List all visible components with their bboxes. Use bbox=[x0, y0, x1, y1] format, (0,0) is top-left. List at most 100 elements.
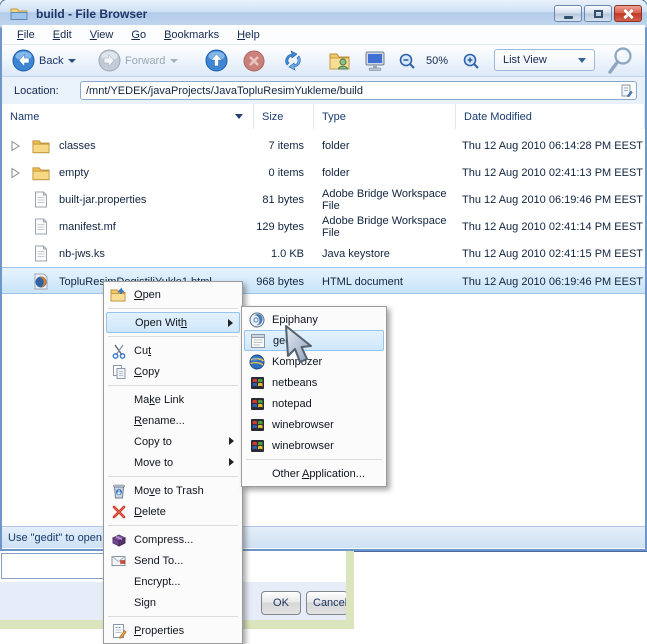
file-row[interactable]: manifest.mf 129 bytes Adobe Bridge Workspa… bbox=[2, 213, 645, 240]
menubar-item-edit[interactable]: Edit bbox=[44, 27, 81, 43]
menu-item-move-to-trash[interactable]: Move to Trash bbox=[106, 480, 240, 501]
wine-app-icon bbox=[248, 417, 266, 433]
menu-icon-spacer bbox=[110, 413, 128, 429]
computer-icon bbox=[362, 50, 388, 72]
back-button[interactable]: Back bbox=[12, 45, 77, 76]
maximize-button[interactable] bbox=[584, 5, 612, 22]
expander-icon[interactable] bbox=[9, 167, 21, 179]
menu-item-properties[interactable]: Properties bbox=[106, 620, 240, 641]
search-button[interactable] bbox=[606, 45, 636, 76]
forward-label: Forward bbox=[125, 54, 166, 67]
file-name: nb-jws.ks bbox=[59, 247, 105, 260]
file-size: 1.0 KB bbox=[270, 247, 304, 260]
menu-icon-spacer bbox=[110, 595, 128, 611]
file-modified: Thu 12 Aug 2010 02:41:14 PM EEST bbox=[462, 220, 644, 233]
epiphany-icon bbox=[248, 312, 266, 328]
back-dropdown-icon[interactable] bbox=[68, 58, 77, 63]
menu-item-make-link[interactable]: Make Link bbox=[106, 389, 240, 410]
document-icon bbox=[32, 245, 50, 263]
file-name: classes bbox=[59, 139, 96, 152]
home-button[interactable] bbox=[328, 45, 352, 76]
menu-item-sign[interactable]: Sign bbox=[106, 592, 240, 613]
file-row[interactable]: nb-jws.ks 1.0 KB Java keystore Thu 12 Aug 2… bbox=[2, 240, 645, 267]
column-header-name[interactable]: Name bbox=[2, 104, 254, 129]
menu-icon-spacer bbox=[110, 434, 128, 450]
back-icon bbox=[12, 49, 35, 72]
menubar-item-view[interactable]: View bbox=[81, 27, 123, 43]
menubar-item-help[interactable]: Help bbox=[228, 27, 269, 43]
open-folder-icon bbox=[110, 287, 128, 303]
computer-button[interactable] bbox=[362, 45, 388, 76]
zoom-out-button[interactable] bbox=[398, 45, 416, 76]
window-controls bbox=[554, 5, 642, 22]
menu-separator bbox=[108, 385, 238, 386]
file-type: Adobe Bridge Workspace File bbox=[322, 214, 447, 239]
file-row[interactable]: classes 7 items folder Thu 12 Aug 2010 06:1… bbox=[2, 132, 645, 159]
up-button[interactable] bbox=[205, 45, 228, 76]
file-type: folder bbox=[322, 166, 350, 179]
location-label: Location: bbox=[14, 84, 59, 97]
desktop: build - File Browser File Edit View Go Bookm… bbox=[0, 0, 647, 644]
menu-item-netbeans[interactable]: netbeans bbox=[244, 372, 384, 393]
menu-item-delete[interactable]: Delete bbox=[106, 501, 240, 522]
menu-item-cut[interactable]: Cut bbox=[106, 340, 240, 361]
location-edit-icon[interactable] bbox=[619, 83, 633, 98]
menu-item-other-application[interactable]: Other Application... bbox=[244, 463, 384, 484]
menubar-item-go[interactable]: Go bbox=[122, 27, 155, 43]
expander-icon[interactable] bbox=[9, 140, 21, 152]
menu-item-winebrowser[interactable]: winebrowser bbox=[244, 414, 384, 435]
file-modified: Thu 12 Aug 2010 02:41:15 PM EEST bbox=[462, 247, 644, 260]
stop-button[interactable] bbox=[243, 45, 265, 76]
close-button[interactable] bbox=[614, 5, 642, 22]
folder-icon bbox=[32, 164, 50, 182]
zoom-in-button[interactable] bbox=[462, 45, 480, 76]
view-mode-select[interactable]: List View bbox=[494, 49, 595, 71]
menu-item-open-with[interactable]: Open With bbox=[106, 312, 240, 333]
column-header-type[interactable]: Type bbox=[314, 104, 456, 129]
menu-item-label: winebrowser bbox=[272, 439, 334, 452]
forward-button[interactable]: Forward bbox=[98, 45, 179, 76]
menubar-item-file[interactable]: File bbox=[8, 27, 44, 43]
menubar-item-bookmarks[interactable]: Bookmarks bbox=[155, 27, 228, 43]
menubar: File Edit View Go Bookmarks Help bbox=[2, 25, 645, 45]
menu-item-label: Move to bbox=[134, 456, 174, 469]
statusbar: Use "gedit" to open bbox=[2, 526, 645, 548]
menu-item-copy[interactable]: Copy bbox=[106, 361, 240, 382]
menu-item-label: Copy bbox=[134, 365, 160, 378]
file-row[interactable]: empty 0 items folder Thu 12 Aug 2010 02:41:… bbox=[2, 159, 645, 186]
menu-item-label: notepad bbox=[272, 397, 312, 410]
menu-item-send-to[interactable]: Send To... bbox=[106, 550, 240, 571]
file-row[interactable]: TopluResimDegistiliYukle1.html968 bytesH… bbox=[2, 267, 645, 294]
menu-item-label: Rename... bbox=[134, 414, 185, 427]
menu-separator bbox=[108, 476, 238, 477]
file-type: folder bbox=[322, 139, 350, 152]
file-row[interactable]: built-jar.properties 81 bytes Adobe Bridge… bbox=[2, 186, 645, 213]
menu-separator bbox=[246, 459, 382, 460]
file-name: manifest.mf bbox=[59, 220, 116, 233]
window-folder-icon bbox=[10, 6, 28, 21]
menu-item-winebrowser[interactable]: winebrowser bbox=[244, 435, 384, 456]
submenu-arrow-icon bbox=[229, 437, 234, 445]
menu-item-copy-to[interactable]: Copy to bbox=[106, 431, 240, 452]
menu-item-notepad[interactable]: notepad bbox=[244, 393, 384, 414]
column-header-date-modified[interactable]: Date Modified bbox=[456, 104, 645, 129]
menu-item-encrypt[interactable]: Encrypt... bbox=[106, 571, 240, 592]
send-icon bbox=[110, 553, 128, 569]
reload-button[interactable] bbox=[281, 45, 305, 76]
ok-button[interactable]: OK bbox=[261, 591, 301, 615]
menu-item-open[interactable]: Open bbox=[106, 284, 240, 305]
submenu-arrow-icon bbox=[229, 458, 234, 466]
up-icon bbox=[205, 49, 228, 72]
file-type: Adobe Bridge Workspace File bbox=[322, 187, 447, 212]
search-icon bbox=[606, 46, 636, 75]
menu-item-rename[interactable]: Rename... bbox=[106, 410, 240, 431]
titlebar[interactable]: build - File Browser bbox=[0, 0, 647, 28]
location-input[interactable]: /mnt/YEDEK/javaProjects/JavaTopluResimYu… bbox=[80, 81, 637, 100]
properties-icon bbox=[110, 623, 128, 639]
menu-item-compress[interactable]: Compress... bbox=[106, 529, 240, 550]
minimize-button[interactable] bbox=[554, 5, 582, 22]
column-header-size[interactable]: Size bbox=[254, 104, 314, 129]
column-header: Name Size Type Date Modified bbox=[2, 104, 645, 131]
menu-item-move-to[interactable]: Move to bbox=[106, 452, 240, 473]
cancel-button[interactable]: Cancel bbox=[306, 591, 348, 615]
